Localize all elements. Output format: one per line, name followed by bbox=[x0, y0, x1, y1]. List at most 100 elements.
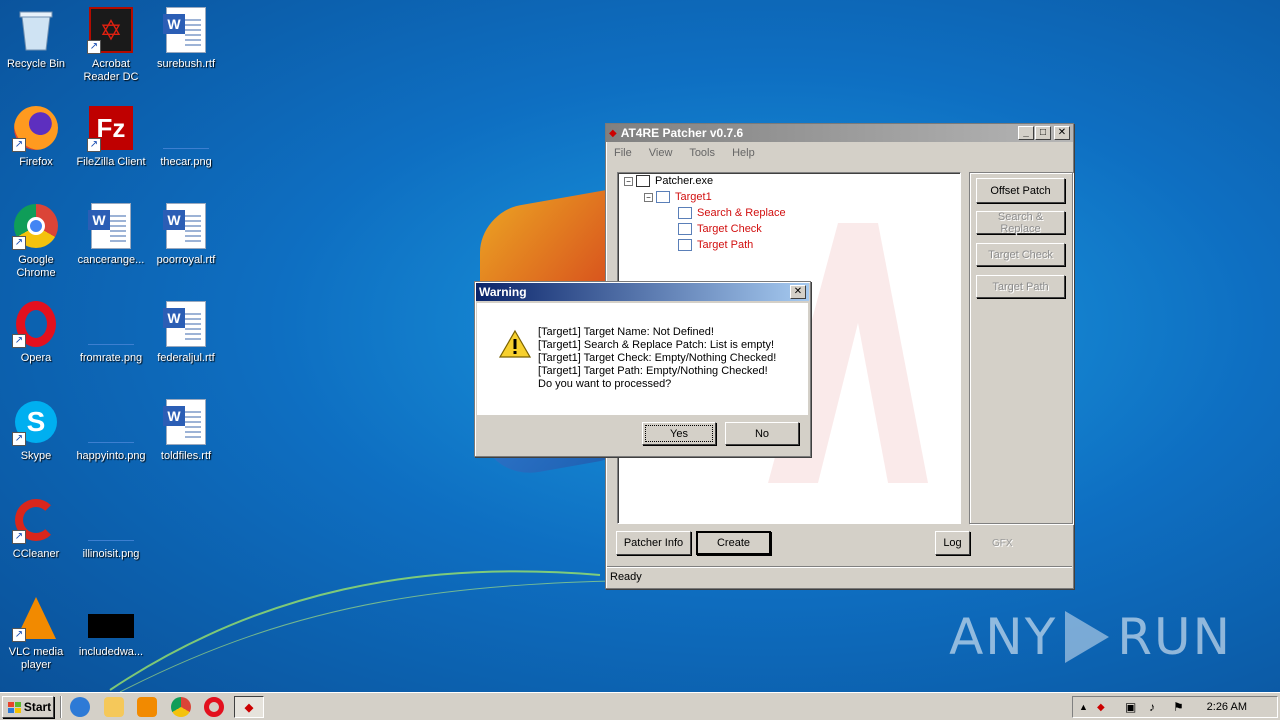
desktop-icon-chrome[interactable]: ↗ Google Chrome bbox=[0, 202, 72, 280]
minimize-button[interactable]: _ bbox=[1018, 126, 1034, 140]
shortcut-arrow-icon: ↗ bbox=[12, 334, 26, 348]
image-file-icon bbox=[87, 398, 135, 446]
tree-target-label: Target1 bbox=[675, 191, 712, 203]
at4re-logo-icon: ◆ bbox=[609, 127, 617, 139]
desktop-icon-filezilla[interactable]: Fz ↗ FileZilla Client bbox=[75, 104, 147, 169]
anyrun-watermark: ANY RUN bbox=[949, 608, 1232, 666]
desktop-icon-vlc[interactable]: ↗ VLC media player bbox=[0, 594, 72, 672]
menu-view[interactable]: View bbox=[649, 147, 673, 159]
firefox-icon: ↗ bbox=[12, 104, 60, 152]
warning-icon bbox=[499, 329, 531, 358]
desktop-icon-opera[interactable]: ↗ Opera bbox=[0, 300, 72, 365]
menu-bar: File View Tools Help bbox=[614, 147, 769, 159]
desktop-icon-ccleaner[interactable]: ↗ CCleaner bbox=[0, 496, 72, 561]
desktop-icon-poorroyal[interactable]: W poorroyal.rtf bbox=[150, 202, 222, 267]
log-button[interactable]: Log bbox=[935, 531, 970, 555]
create-button[interactable]: Create bbox=[696, 531, 771, 555]
desktop-icon-skype[interactable]: S ↗ Skype bbox=[0, 398, 72, 463]
menu-file[interactable]: File bbox=[614, 147, 632, 159]
target-path-button[interactable]: Target Path bbox=[976, 275, 1065, 298]
word-document-icon: W bbox=[162, 202, 210, 250]
at4re-tray-icon[interactable]: ◆ bbox=[1097, 702, 1105, 713]
desktop-icon-cancerange[interactable]: W cancerange... bbox=[75, 202, 147, 267]
at4re-taskbar-button[interactable]: ◆ bbox=[234, 696, 264, 718]
warning-dialog: Warning ✕ [Target1] Target Name: Not Def… bbox=[474, 281, 811, 457]
desktop-icon-label: surebush.rtf bbox=[156, 58, 216, 70]
chevron-up-icon[interactable]: ▲ bbox=[1079, 702, 1088, 712]
desktop-icon-label: poorroyal.rtf bbox=[156, 254, 216, 266]
clock[interactable]: 2:26 AM bbox=[1207, 701, 1247, 713]
maximize-button[interactable]: □ bbox=[1035, 126, 1051, 140]
watermark-right: RUN bbox=[1117, 608, 1232, 666]
chrome-taskbar-icon[interactable] bbox=[171, 697, 191, 717]
desktop-icon-firefox[interactable]: ↗ Firefox bbox=[0, 104, 72, 169]
message-line: [Target1] Target Check: Empty/Nothing Ch… bbox=[538, 352, 777, 364]
status-bar: Ready bbox=[607, 566, 1072, 587]
yes-button[interactable]: Yes bbox=[642, 422, 716, 445]
desktop-icon-recycle-bin[interactable]: Recycle Bin bbox=[0, 6, 72, 71]
desktop-icon-happyinto[interactable]: happyinto.png bbox=[75, 398, 147, 463]
desktop-icon-label: includedwa... bbox=[78, 646, 144, 658]
shortcut-arrow-icon: ↗ bbox=[87, 40, 101, 54]
search-replace-button[interactable]: Search & Replace bbox=[976, 211, 1065, 235]
opera-taskbar-icon[interactable] bbox=[204, 697, 224, 717]
tree-root-label: Patcher.exe bbox=[655, 175, 714, 187]
flag-icon[interactable]: ⚑ bbox=[1173, 700, 1184, 714]
desktop-icon-label: thecar.png bbox=[160, 156, 212, 168]
media-player-icon[interactable] bbox=[137, 697, 157, 717]
node-icon bbox=[678, 207, 692, 219]
target-check-button[interactable]: Target Check bbox=[976, 243, 1065, 266]
opera-icon: ↗ bbox=[12, 300, 60, 348]
patcher-titlebar: ◆ AT4RE Patcher v0.7.6 _ □ ✕ bbox=[606, 124, 1073, 142]
volume-icon[interactable]: ♪ bbox=[1149, 700, 1155, 714]
image-file-icon bbox=[87, 300, 135, 348]
start-label: Start bbox=[23, 700, 52, 714]
tree-target[interactable]: − Target1 bbox=[644, 191, 712, 203]
collapse-icon[interactable]: − bbox=[624, 176, 633, 186]
desktop-icon-toldfiles[interactable]: W toldfiles.rtf bbox=[150, 398, 222, 463]
patcher-info-button[interactable]: Patcher Info bbox=[616, 531, 691, 555]
tree-root[interactable]: − Patcher.exe bbox=[624, 175, 713, 187]
ccleaner-icon: ↗ bbox=[12, 496, 60, 544]
network-icon[interactable]: ▣ bbox=[1125, 700, 1136, 714]
desktop-icon-federaljul[interactable]: W federaljul.rtf bbox=[150, 300, 222, 365]
vlc-icon: ↗ bbox=[12, 594, 60, 642]
desktop-icon-fromrate[interactable]: fromrate.png bbox=[75, 300, 147, 365]
offset-patch-button[interactable]: Offset Patch bbox=[976, 178, 1065, 203]
tree-target-path[interactable]: Target Path bbox=[678, 239, 753, 251]
menu-help[interactable]: Help bbox=[732, 147, 755, 159]
start-button[interactable]: Start bbox=[2, 696, 54, 718]
close-button[interactable]: ✕ bbox=[1054, 126, 1070, 140]
image-file-icon bbox=[87, 594, 135, 642]
desktop-icon-thecar[interactable]: thecar.png bbox=[150, 104, 222, 169]
node-icon bbox=[678, 239, 692, 251]
desktop-icon-label: illinoisit.png bbox=[82, 548, 140, 560]
collapse-icon[interactable]: − bbox=[644, 192, 653, 202]
taskbar: Start ◆ ▲ ◆ ▣ ♪ ⚑ 2:26 AM bbox=[0, 692, 1280, 720]
no-button[interactable]: No bbox=[725, 422, 799, 445]
shortcut-arrow-icon: ↗ bbox=[12, 628, 26, 642]
desktop-icon-surebush[interactable]: W surebush.rtf bbox=[150, 6, 222, 71]
desktop-icon-includedwa[interactable]: includedwa... bbox=[75, 594, 147, 659]
desktop-icon-label: FileZilla Client bbox=[76, 156, 146, 168]
desktop-icon-label: federaljul.rtf bbox=[157, 352, 215, 364]
ie-icon[interactable] bbox=[70, 697, 90, 717]
watermark-left: ANY bbox=[949, 608, 1058, 666]
desktop-icon-illinoisit[interactable]: illinoisit.png bbox=[75, 496, 147, 561]
desktop-icon-label: Google Chrome bbox=[16, 254, 56, 279]
tree-target-check[interactable]: Target Check bbox=[678, 223, 762, 235]
desktop-icon-label: toldfiles.rtf bbox=[160, 450, 212, 462]
desktop-icon-label: happyinto.png bbox=[76, 450, 146, 462]
shortcut-arrow-icon: ↗ bbox=[12, 432, 26, 446]
desktop-icon-acrobat[interactable]: ✡ ↗ Acrobat Reader DC bbox=[75, 6, 147, 84]
menu-tools[interactable]: Tools bbox=[689, 147, 715, 159]
at4re-icon: ◆ bbox=[244, 701, 254, 714]
tree-child-label: Target Check bbox=[697, 223, 762, 235]
exe-icon bbox=[636, 175, 650, 187]
explorer-icon[interactable] bbox=[104, 697, 124, 717]
filezilla-icon: Fz ↗ bbox=[87, 104, 135, 152]
tree-search-replace[interactable]: Search & Replace bbox=[678, 207, 786, 219]
dialog-close-button[interactable]: ✕ bbox=[790, 285, 806, 299]
gfx-label: GFX bbox=[992, 538, 1013, 549]
desktop-icon-label: Recycle Bin bbox=[6, 58, 66, 70]
